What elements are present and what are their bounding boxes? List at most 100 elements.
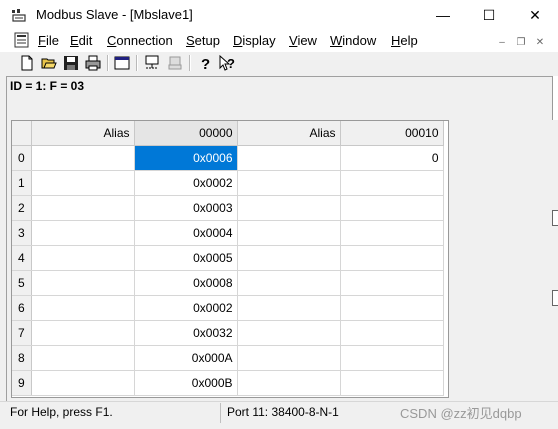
row-header[interactable]: 3	[12, 220, 32, 246]
menu-window[interactable]: Window	[330, 33, 376, 48]
alias-cell[interactable]	[31, 245, 135, 271]
status-help-text: For Help, press F1.	[10, 405, 113, 419]
column-header-address[interactable]: 00000	[134, 121, 238, 146]
register-value-cell[interactable]	[340, 170, 444, 196]
minimize-icon: —	[436, 7, 450, 23]
grid-corner[interactable]	[12, 121, 32, 146]
register-value-cell[interactable]	[340, 345, 444, 371]
alias-cell[interactable]	[237, 245, 341, 271]
alias-cell[interactable]	[237, 295, 341, 321]
menu-edit[interactable]: Edit	[70, 33, 92, 48]
slave-id-line: ID = 1: F = 03	[10, 79, 85, 93]
status-divider	[220, 403, 221, 423]
open-icon[interactable]	[40, 54, 58, 72]
close-button[interactable]: ✕	[512, 0, 558, 30]
column-header-alias[interactable]: Alias	[31, 121, 135, 146]
register-value-cell[interactable]: 0x0006	[134, 145, 238, 171]
row-header[interactable]: 7	[12, 320, 32, 346]
column-header-address[interactable]: 00010	[340, 121, 444, 146]
alias-cell[interactable]	[237, 195, 341, 221]
column-header-alias[interactable]: Alias	[237, 121, 341, 146]
table-row: 4 0x0005	[12, 245, 444, 271]
alias-cell[interactable]	[31, 195, 135, 221]
menu-view[interactable]: View	[289, 33, 317, 48]
table-row: 0 0x0006 0	[12, 145, 444, 171]
new-icon[interactable]	[18, 54, 36, 72]
alias-cell[interactable]	[31, 270, 135, 296]
window-icon[interactable]	[113, 54, 131, 72]
row-header[interactable]: 1	[12, 170, 32, 196]
save-icon[interactable]	[62, 54, 80, 72]
status-port-text: Port 11: 38400-8-N-1	[227, 405, 339, 419]
table-row: 9 0x000B	[12, 370, 444, 396]
context-help-icon[interactable]: ?	[218, 54, 236, 72]
register-value-cell[interactable]: 0x000B	[134, 370, 238, 396]
minimize-button[interactable]: —	[420, 0, 466, 30]
alias-cell[interactable]	[31, 370, 135, 396]
alias-cell[interactable]	[237, 220, 341, 246]
alias-cell[interactable]	[237, 170, 341, 196]
window-title: Modbus Slave - [Mbslave1]	[36, 7, 193, 22]
connect-icon[interactable]	[143, 54, 161, 72]
alias-cell[interactable]	[31, 170, 135, 196]
table-row: 5 0x0008	[12, 270, 444, 296]
background-window-edge	[552, 290, 558, 306]
alias-cell[interactable]	[31, 145, 135, 171]
alias-cell[interactable]	[237, 345, 341, 371]
title-bar[interactable]: Modbus Slave - [Mbslave1] — ☐ ✕	[0, 0, 558, 30]
print-icon[interactable]	[84, 54, 102, 72]
menu-file[interactable]: File	[38, 33, 59, 48]
mdi-close-button[interactable]: ✕	[532, 35, 548, 49]
maximize-icon: ☐	[482, 6, 496, 23]
alias-cell[interactable]	[31, 345, 135, 371]
register-value-cell[interactable]: 0x0003	[134, 195, 238, 221]
alias-cell[interactable]	[237, 145, 341, 171]
row-header[interactable]: 9	[12, 370, 32, 396]
toolbar-separator	[136, 55, 138, 71]
mdi-minimize-button[interactable]: –	[494, 35, 510, 49]
background-window-edge	[552, 76, 558, 120]
menu-connection[interactable]: Connection	[107, 33, 173, 48]
alias-cell[interactable]	[237, 320, 341, 346]
register-value-cell[interactable]: 0x0002	[134, 295, 238, 321]
document-icon[interactable]	[14, 32, 30, 48]
maximize-button[interactable]: ☐	[466, 0, 512, 30]
register-value-cell[interactable]: 0x0002	[134, 170, 238, 196]
alias-cell[interactable]	[31, 295, 135, 321]
register-value-cell[interactable]	[340, 245, 444, 271]
register-value-cell[interactable]: 0x0032	[134, 320, 238, 346]
help-icon[interactable]: ?	[196, 54, 214, 72]
row-header[interactable]: 6	[12, 295, 32, 321]
toolbar-separator	[189, 55, 191, 71]
menu-help[interactable]: Help	[391, 33, 418, 48]
menu-setup[interactable]: Setup	[186, 33, 220, 48]
register-value-cell[interactable]	[340, 270, 444, 296]
register-value-cell[interactable]	[340, 295, 444, 321]
close-icon: ✕	[535, 36, 545, 48]
alias-cell[interactable]	[31, 220, 135, 246]
register-grid[interactable]: Alias 00000 Alias 00010 0 0x0006 0 1 0x0…	[11, 120, 449, 398]
register-value-cell[interactable]	[340, 195, 444, 221]
app-icon	[12, 9, 26, 22]
alias-cell[interactable]	[31, 320, 135, 346]
app-window: Modbus Slave - [Mbslave1] — ☐ ✕ File Edi…	[0, 0, 558, 429]
alias-cell[interactable]	[237, 370, 341, 396]
register-value-cell[interactable]: 0x0005	[134, 245, 238, 271]
register-value-cell[interactable]: 0x0008	[134, 270, 238, 296]
row-header[interactable]: 4	[12, 245, 32, 271]
row-header[interactable]: 8	[12, 345, 32, 371]
close-icon: ✕	[529, 6, 541, 23]
register-value-cell[interactable]: 0	[340, 145, 444, 171]
register-value-cell[interactable]	[340, 370, 444, 396]
register-value-cell[interactable]: 0x0004	[134, 220, 238, 246]
alias-cell[interactable]	[237, 270, 341, 296]
row-header[interactable]: 5	[12, 270, 32, 296]
register-value-cell[interactable]	[340, 320, 444, 346]
mdi-restore-button[interactable]: ❐	[513, 35, 529, 49]
row-header[interactable]: 0	[12, 145, 32, 171]
disconnect-icon[interactable]	[166, 54, 184, 72]
row-header[interactable]: 2	[12, 195, 32, 221]
menu-display[interactable]: Display	[233, 33, 276, 48]
register-value-cell[interactable]: 0x000A	[134, 345, 238, 371]
register-value-cell[interactable]	[340, 220, 444, 246]
